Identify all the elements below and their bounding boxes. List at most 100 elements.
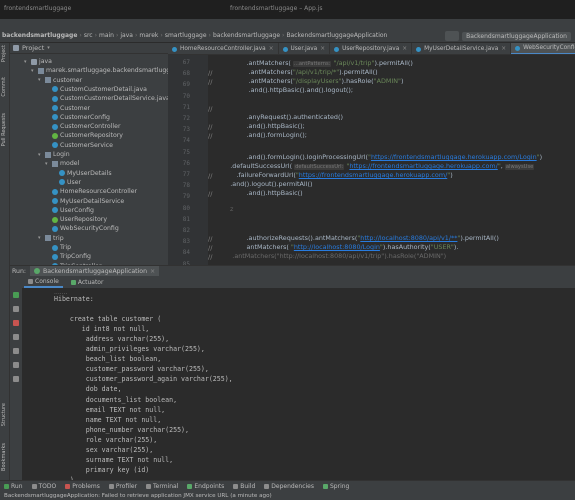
tree-item[interactable]: HomeResourceController	[45, 187, 137, 196]
tree-item[interactable]: CustomerConfig	[45, 113, 110, 122]
editor-tab[interactable]: WebSecurityConfig.java×	[511, 43, 575, 54]
breadcrumb-item-smartluggage[interactable]: smartluggage	[163, 32, 209, 39]
run-configuration-selector[interactable]: BackendsmartluggageApplication	[462, 31, 571, 41]
tree-item[interactable]: ▾ customer	[38, 76, 82, 85]
title-strip	[0, 19, 575, 29]
tree-item[interactable]: Customer	[45, 104, 90, 113]
tool-window-terminal[interactable]: Terminal	[146, 483, 178, 490]
breadcrumb-item-marek[interactable]: marek	[137, 32, 160, 39]
project-panel-title[interactable]: Project	[22, 44, 44, 52]
editor-tab-label: UserRepository.java	[342, 46, 400, 52]
breadcrumb-item-application[interactable]: BackendsmartluggageApplication	[284, 32, 389, 39]
tree-item[interactable]: CustomerRepository	[45, 131, 123, 140]
tree-item-label: HomeResourceController	[60, 188, 138, 196]
tree-item[interactable]: ▾ marek.smartluggage.backendsmartluggage	[31, 66, 168, 75]
editor-tab[interactable]: User.java ×	[279, 43, 331, 54]
tool-window-problems[interactable]: Problems	[65, 483, 100, 490]
console-line: address varchar(255),	[54, 335, 170, 344]
close-icon[interactable]: ×	[501, 46, 506, 52]
editor-gutter: 67 68 69 70 71 72 73 74 75 76 77 78 79 80 81 82 83 84 85	[168, 55, 208, 265]
tree-item-label: customer	[53, 76, 83, 84]
line-number: 83	[182, 238, 190, 246]
tree-item[interactable]: UserRepository	[45, 215, 107, 224]
tree-item[interactable]: WebSecurityConfig	[45, 224, 119, 233]
project-panel-header: Project ▾	[10, 43, 168, 54]
comment-marker: //	[208, 69, 213, 77]
code-line: .and().httpBasic().and().logout();	[214, 86, 354, 94]
pull-requests-tool-tab[interactable]: Pull Requests	[1, 113, 7, 146]
tree-item[interactable]: CustomCustomerDetailService.java	[45, 94, 168, 103]
chevron-down-icon[interactable]: ▾	[47, 45, 50, 51]
editor-tab[interactable]: MyUserDetailService.java ×	[412, 43, 512, 54]
comment-marker: //	[208, 123, 213, 131]
tree-item[interactable]: CustomerService	[45, 141, 113, 150]
line-number: 82	[182, 227, 190, 234]
tool-window-dependencies[interactable]: Dependencies	[264, 483, 314, 490]
tool-window-profiler[interactable]: Profiler	[108, 483, 137, 490]
tool-window-endpoints[interactable]: Endpoints	[187, 483, 224, 490]
rerun-icon[interactable]	[13, 292, 19, 298]
tab-actuator[interactable]: Actuator	[67, 276, 108, 288]
camera-icon[interactable]	[13, 334, 19, 340]
close-icon[interactable]: ×	[150, 268, 155, 275]
line-number: 72	[182, 115, 190, 122]
breadcrumb-item-main[interactable]: main	[97, 32, 116, 39]
package-icon	[52, 160, 58, 167]
editor-tab[interactable]: UserRepository.java ×	[330, 43, 413, 54]
tree-item[interactable]: User	[52, 178, 81, 187]
chevron-down-icon[interactable]: ▾	[38, 77, 43, 83]
exit-icon[interactable]	[13, 348, 19, 354]
tree-item[interactable]: TripConfig	[45, 252, 91, 261]
tab-console[interactable]: Console	[24, 276, 63, 288]
tree-item[interactable]: ▾ java	[24, 57, 52, 66]
chevron-down-icon[interactable]: ▾	[24, 59, 29, 65]
class-icon	[52, 86, 58, 93]
code-editor[interactable]: 67 68 69 70 71 72 73 74 75 76 77 78 79 80 81 82 83 84 85 /…	[168, 55, 575, 265]
tool-window-build[interactable]: Build	[233, 483, 255, 490]
breadcrumb-item-project[interactable]: backendsmartluggage	[0, 32, 79, 39]
close-icon[interactable]: ×	[402, 46, 407, 52]
project-panel: Project ▾ ▾ java ▾ marek.smartluggage.backe…	[10, 43, 168, 265]
project-tool-tab[interactable]: Project	[1, 45, 7, 62]
line-number: 70	[182, 92, 190, 100]
chevron-down-icon[interactable]: ▾	[38, 235, 43, 241]
close-icon[interactable]: ×	[269, 46, 274, 52]
class-icon	[52, 123, 58, 130]
tree-item[interactable]: MyUserDetailService	[45, 197, 124, 206]
settings-icon[interactable]	[13, 362, 19, 368]
tree-item[interactable]: Trip	[45, 243, 71, 252]
console-output[interactable]: ....... Hibernate: create table customer…	[22, 288, 575, 480]
tree-item[interactable]: CustomerController	[45, 122, 121, 131]
tree-item[interactable]: ▾ trip	[38, 234, 64, 243]
tree-item[interactable]: ▾ Login	[38, 150, 70, 159]
pin-icon[interactable]	[13, 376, 19, 382]
tool-window-todo[interactable]: TODO	[31, 483, 56, 490]
tree-item[interactable]: CustomCustomerDetail.java	[45, 85, 147, 94]
chevron-down-icon[interactable]: ▾	[38, 152, 43, 158]
tree-item[interactable]: MyUserDetails	[52, 169, 112, 178]
console-line: customer_password varchar(255),	[54, 365, 209, 374]
tree-item[interactable]: UserConfig	[45, 206, 94, 215]
bookmarks-tool-tab[interactable]: Bookmarks	[1, 443, 7, 471]
code-line: .and().formLogin().loginProcessingUrl("h…	[214, 153, 543, 161]
code-line: .antMatchers("/displayUsers").hasRole("A…	[214, 77, 404, 85]
commit-tool-tab[interactable]: Commit	[1, 77, 7, 97]
tree-item[interactable]: ▾ model	[45, 159, 79, 168]
chevron-down-icon[interactable]: ▾	[45, 161, 50, 167]
chevron-down-icon[interactable]: ▾	[31, 68, 36, 74]
breadcrumb-item-src[interactable]: src	[82, 32, 95, 39]
wrench-icon[interactable]	[13, 306, 19, 312]
stop-icon[interactable]	[13, 320, 19, 326]
close-icon[interactable]: ×	[320, 46, 325, 52]
window-title: frontendsmartluggage – App.js	[230, 5, 323, 12]
back-button[interactable]	[445, 31, 460, 41]
structure-tool-tab[interactable]: Structure	[1, 403, 7, 426]
editor-tab[interactable]: HomeResourceController.java ×	[168, 43, 279, 54]
java-file-icon	[334, 46, 340, 52]
tool-window-spring[interactable]: Spring	[323, 483, 349, 490]
console-line: primary key (id)	[54, 465, 150, 474]
breadcrumb-item-backendsmartluggage[interactable]: backendsmartluggage	[211, 32, 282, 39]
run-app-tab[interactable]: BackendsmartluggageApplication ×	[29, 265, 160, 277]
tool-window-run[interactable]: Run	[4, 483, 23, 490]
breadcrumb-item-java[interactable]: java	[118, 32, 135, 39]
